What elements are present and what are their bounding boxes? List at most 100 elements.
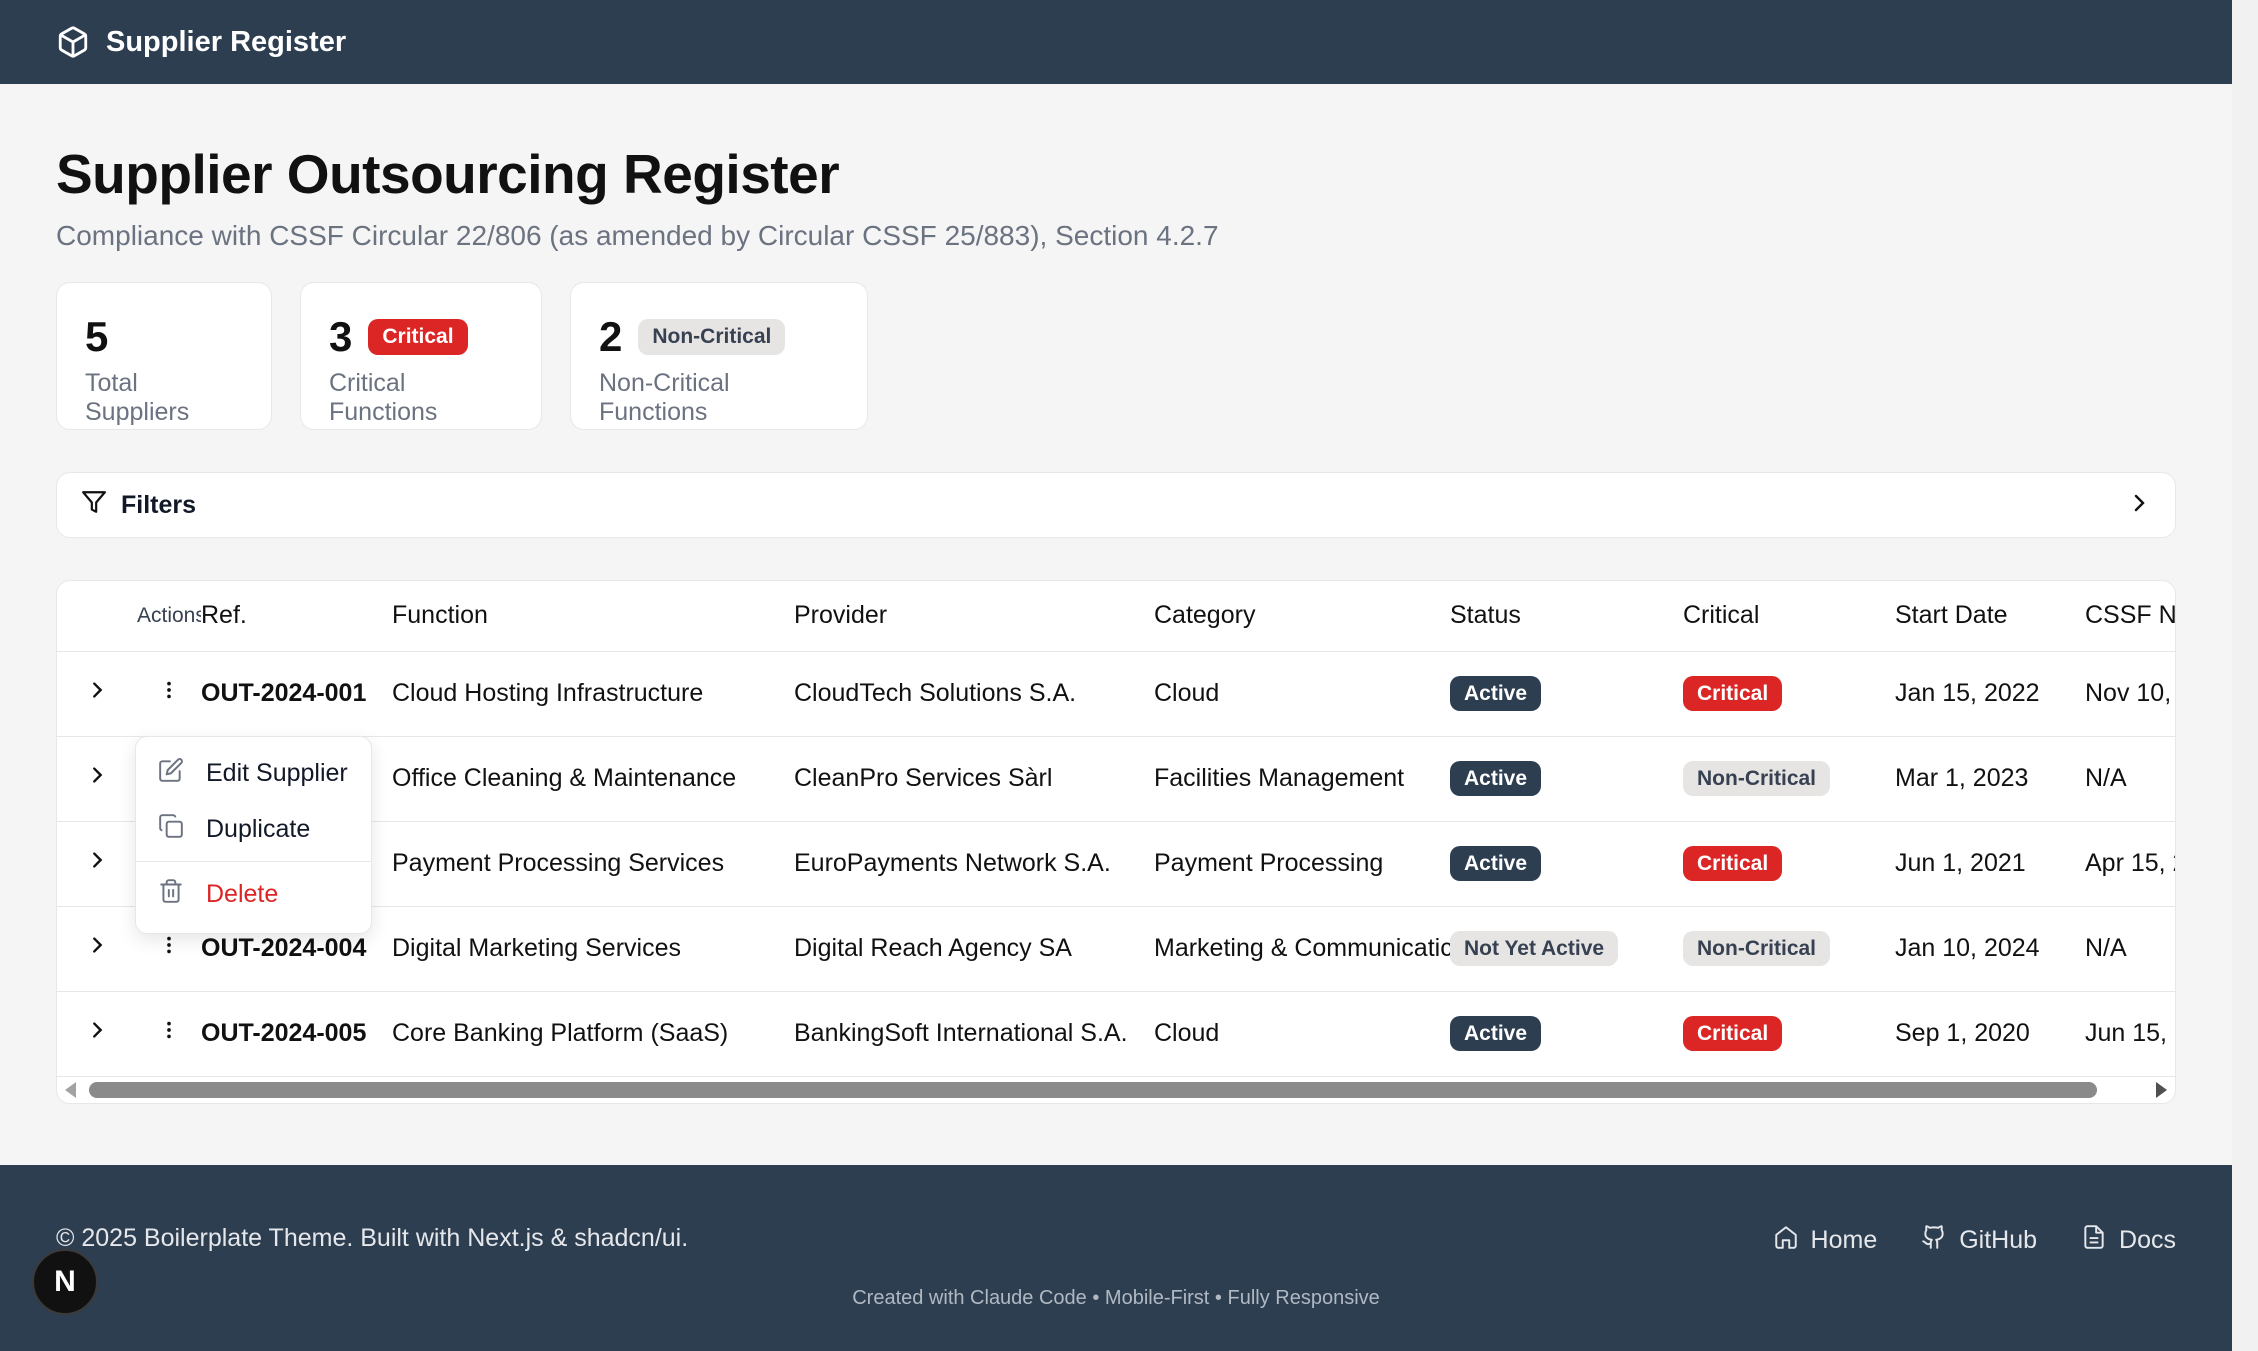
menu-item-label: Edit Supplier bbox=[206, 758, 348, 787]
cell-start-date: Sep 1, 2020 bbox=[1895, 991, 2085, 1077]
app-title[interactable]: Supplier Register bbox=[106, 26, 346, 59]
expand-row-icon[interactable] bbox=[86, 934, 108, 962]
cell-status: Active bbox=[1450, 736, 1683, 822]
criticality-badge: Non-Critical bbox=[1683, 930, 1831, 967]
row-actions-icon[interactable] bbox=[158, 679, 180, 707]
criticality-badge: Non-Critical bbox=[1683, 760, 1831, 797]
stat-label: Critical Functions bbox=[329, 369, 438, 426]
cell-start-date: Jan 15, 2022 bbox=[1895, 651, 2085, 737]
cell-start-date: Jan 10, 2024 bbox=[1895, 906, 2085, 992]
cell-category: Facilities Management bbox=[1154, 736, 1450, 822]
cell-cssf-notification: Nov 10, 2 bbox=[2085, 651, 2175, 737]
cell-function: Digital Marketing Services bbox=[392, 906, 794, 992]
trash-icon bbox=[158, 878, 184, 911]
expand-row-icon[interactable] bbox=[86, 764, 108, 792]
top-bar: Supplier Register bbox=[0, 0, 2232, 84]
column-header-cssf[interactable]: CSSF No bbox=[2085, 581, 2175, 652]
stat-value: 5 bbox=[85, 313, 109, 360]
expand-header bbox=[57, 581, 137, 652]
menu-item-duplicate[interactable]: Duplicate bbox=[136, 801, 371, 857]
horizontal-scrollbar[interactable] bbox=[57, 1077, 2175, 1103]
column-header-function[interactable]: Function bbox=[392, 581, 794, 652]
chevron-right-icon[interactable] bbox=[2127, 491, 2151, 520]
menu-item-edit-supplier[interactable]: Edit Supplier bbox=[136, 745, 371, 801]
github-icon bbox=[1921, 1224, 1947, 1257]
table-row[interactable]: OUT-2024-004 Digital Marketing Services Di… bbox=[57, 906, 2175, 992]
cell-provider: EuroPayments Network S.A. bbox=[794, 821, 1154, 907]
noncritical-badge: Non-Critical bbox=[638, 319, 786, 355]
footer-link-label: Docs bbox=[2119, 1226, 2176, 1254]
stat-total-suppliers: 5 Total Suppliers bbox=[56, 282, 272, 430]
copy-icon bbox=[158, 813, 184, 846]
supplier-table: Actions Ref. Function Provider Category … bbox=[57, 581, 2175, 1077]
scrollbar-thumb[interactable] bbox=[89, 1082, 2097, 1098]
page-subtitle: Compliance with CSSF Circular 22/806 (as… bbox=[56, 220, 1219, 251]
stat-label: Total Suppliers bbox=[85, 369, 190, 426]
row-actions-menu: Edit Supplier Duplicate Delete bbox=[135, 736, 372, 934]
expand-row-icon[interactable] bbox=[86, 849, 108, 877]
footer-link-label: GitHub bbox=[1959, 1226, 2038, 1254]
docs-icon bbox=[2081, 1224, 2107, 1257]
menu-item-label: Duplicate bbox=[206, 814, 311, 843]
cell-provider: BankingSoft International S.A. bbox=[794, 991, 1154, 1077]
menu-separator bbox=[136, 861, 371, 862]
column-header-status[interactable]: Status bbox=[1450, 581, 1683, 652]
cell-status: Active bbox=[1450, 991, 1683, 1077]
criticality-badge: Critical bbox=[1683, 845, 1783, 882]
filters-toggle[interactable]: Filters bbox=[56, 472, 2176, 538]
nextjs-logo-icon: N bbox=[54, 1265, 76, 1298]
cell-function: Cloud Hosting Infrastructure bbox=[392, 651, 794, 737]
row-actions-icon[interactable] bbox=[158, 934, 180, 962]
criticality-badge: Critical bbox=[1683, 675, 1783, 712]
scroll-right-icon[interactable] bbox=[2156, 1082, 2167, 1098]
expand-row-icon[interactable] bbox=[86, 679, 108, 707]
footer-link-label: Home bbox=[1810, 1226, 1878, 1254]
column-header-ref[interactable]: Ref. bbox=[201, 581, 392, 652]
column-header-start-date[interactable]: Start Date bbox=[1895, 581, 2085, 652]
stat-noncritical-functions: 2 Non-Critical Non-Critical Functions bbox=[570, 282, 868, 430]
cell-status: Active bbox=[1450, 821, 1683, 907]
footer-link-github[interactable]: GitHub bbox=[1921, 1224, 2037, 1257]
cell-category: Marketing & Communicatic bbox=[1154, 906, 1450, 992]
cell-category: Cloud bbox=[1154, 991, 1450, 1077]
cell-cssf-notification: Apr 15, 2 bbox=[2085, 821, 2175, 907]
table-row[interactable]: Payment Processing Services EuroPayments … bbox=[57, 821, 2175, 907]
table-row[interactable]: Office Cleaning & Maintenance CleanPro Se… bbox=[57, 736, 2175, 822]
cell-function: Core Banking Platform (SaaS) bbox=[392, 991, 794, 1077]
stat-critical-functions: 3 Critical Critical Functions bbox=[300, 282, 542, 430]
column-header-category[interactable]: Category bbox=[1154, 581, 1450, 652]
nextjs-dev-badge[interactable]: N bbox=[32, 1249, 98, 1315]
column-header-actions: Actions bbox=[137, 581, 201, 652]
cell-status: Active bbox=[1450, 651, 1683, 737]
stats-row: 5 Total Suppliers 3 Critical Critical Fu… bbox=[56, 282, 2176, 430]
footer-note: Created with Claude Code • Mobile-First … bbox=[852, 1287, 1380, 1309]
cell-provider: CloudTech Solutions S.A. bbox=[794, 651, 1154, 737]
status-badge: Active bbox=[1450, 845, 1542, 882]
row-actions-icon[interactable] bbox=[158, 1019, 180, 1047]
table-row[interactable]: OUT-2024-005 Core Banking Platform (SaaS)… bbox=[57, 991, 2175, 1077]
cell-status: Not Yet Active bbox=[1450, 906, 1683, 992]
cell-category: Cloud bbox=[1154, 651, 1450, 737]
cell-ref: OUT-2024-001 bbox=[201, 651, 392, 737]
cell-critical: Critical bbox=[1683, 821, 1895, 907]
column-header-provider[interactable]: Provider bbox=[794, 581, 1154, 652]
page-scrollbar[interactable] bbox=[2232, 0, 2258, 1351]
footer-link-home[interactable]: Home bbox=[1773, 1224, 1878, 1257]
column-header-critical[interactable]: Critical bbox=[1683, 581, 1895, 652]
menu-item-delete[interactable]: Delete bbox=[136, 866, 371, 922]
scroll-left-icon[interactable] bbox=[65, 1082, 76, 1098]
footer-link-docs[interactable]: Docs bbox=[2081, 1224, 2176, 1257]
cell-cssf-notification: N/A bbox=[2085, 736, 2175, 822]
expand-row-icon[interactable] bbox=[86, 1019, 108, 1047]
table-row[interactable]: OUT-2024-001 Cloud Hosting Infrastructure… bbox=[57, 651, 2175, 737]
menu-item-label: Delete bbox=[206, 879, 279, 908]
cell-provider: CleanPro Services Sàrl bbox=[794, 736, 1154, 822]
home-icon bbox=[1773, 1224, 1799, 1257]
page-title: Supplier Outsourcing Register bbox=[56, 143, 840, 205]
main-content: Supplier Outsourcing Register Compliance… bbox=[56, 84, 2176, 1104]
status-badge: Active bbox=[1450, 675, 1542, 712]
cell-critical: Critical bbox=[1683, 651, 1895, 737]
table-header-row: Actions Ref. Function Provider Category … bbox=[57, 581, 2175, 652]
cell-provider: Digital Reach Agency SA bbox=[794, 906, 1154, 992]
cell-critical: Non-Critical bbox=[1683, 736, 1895, 822]
